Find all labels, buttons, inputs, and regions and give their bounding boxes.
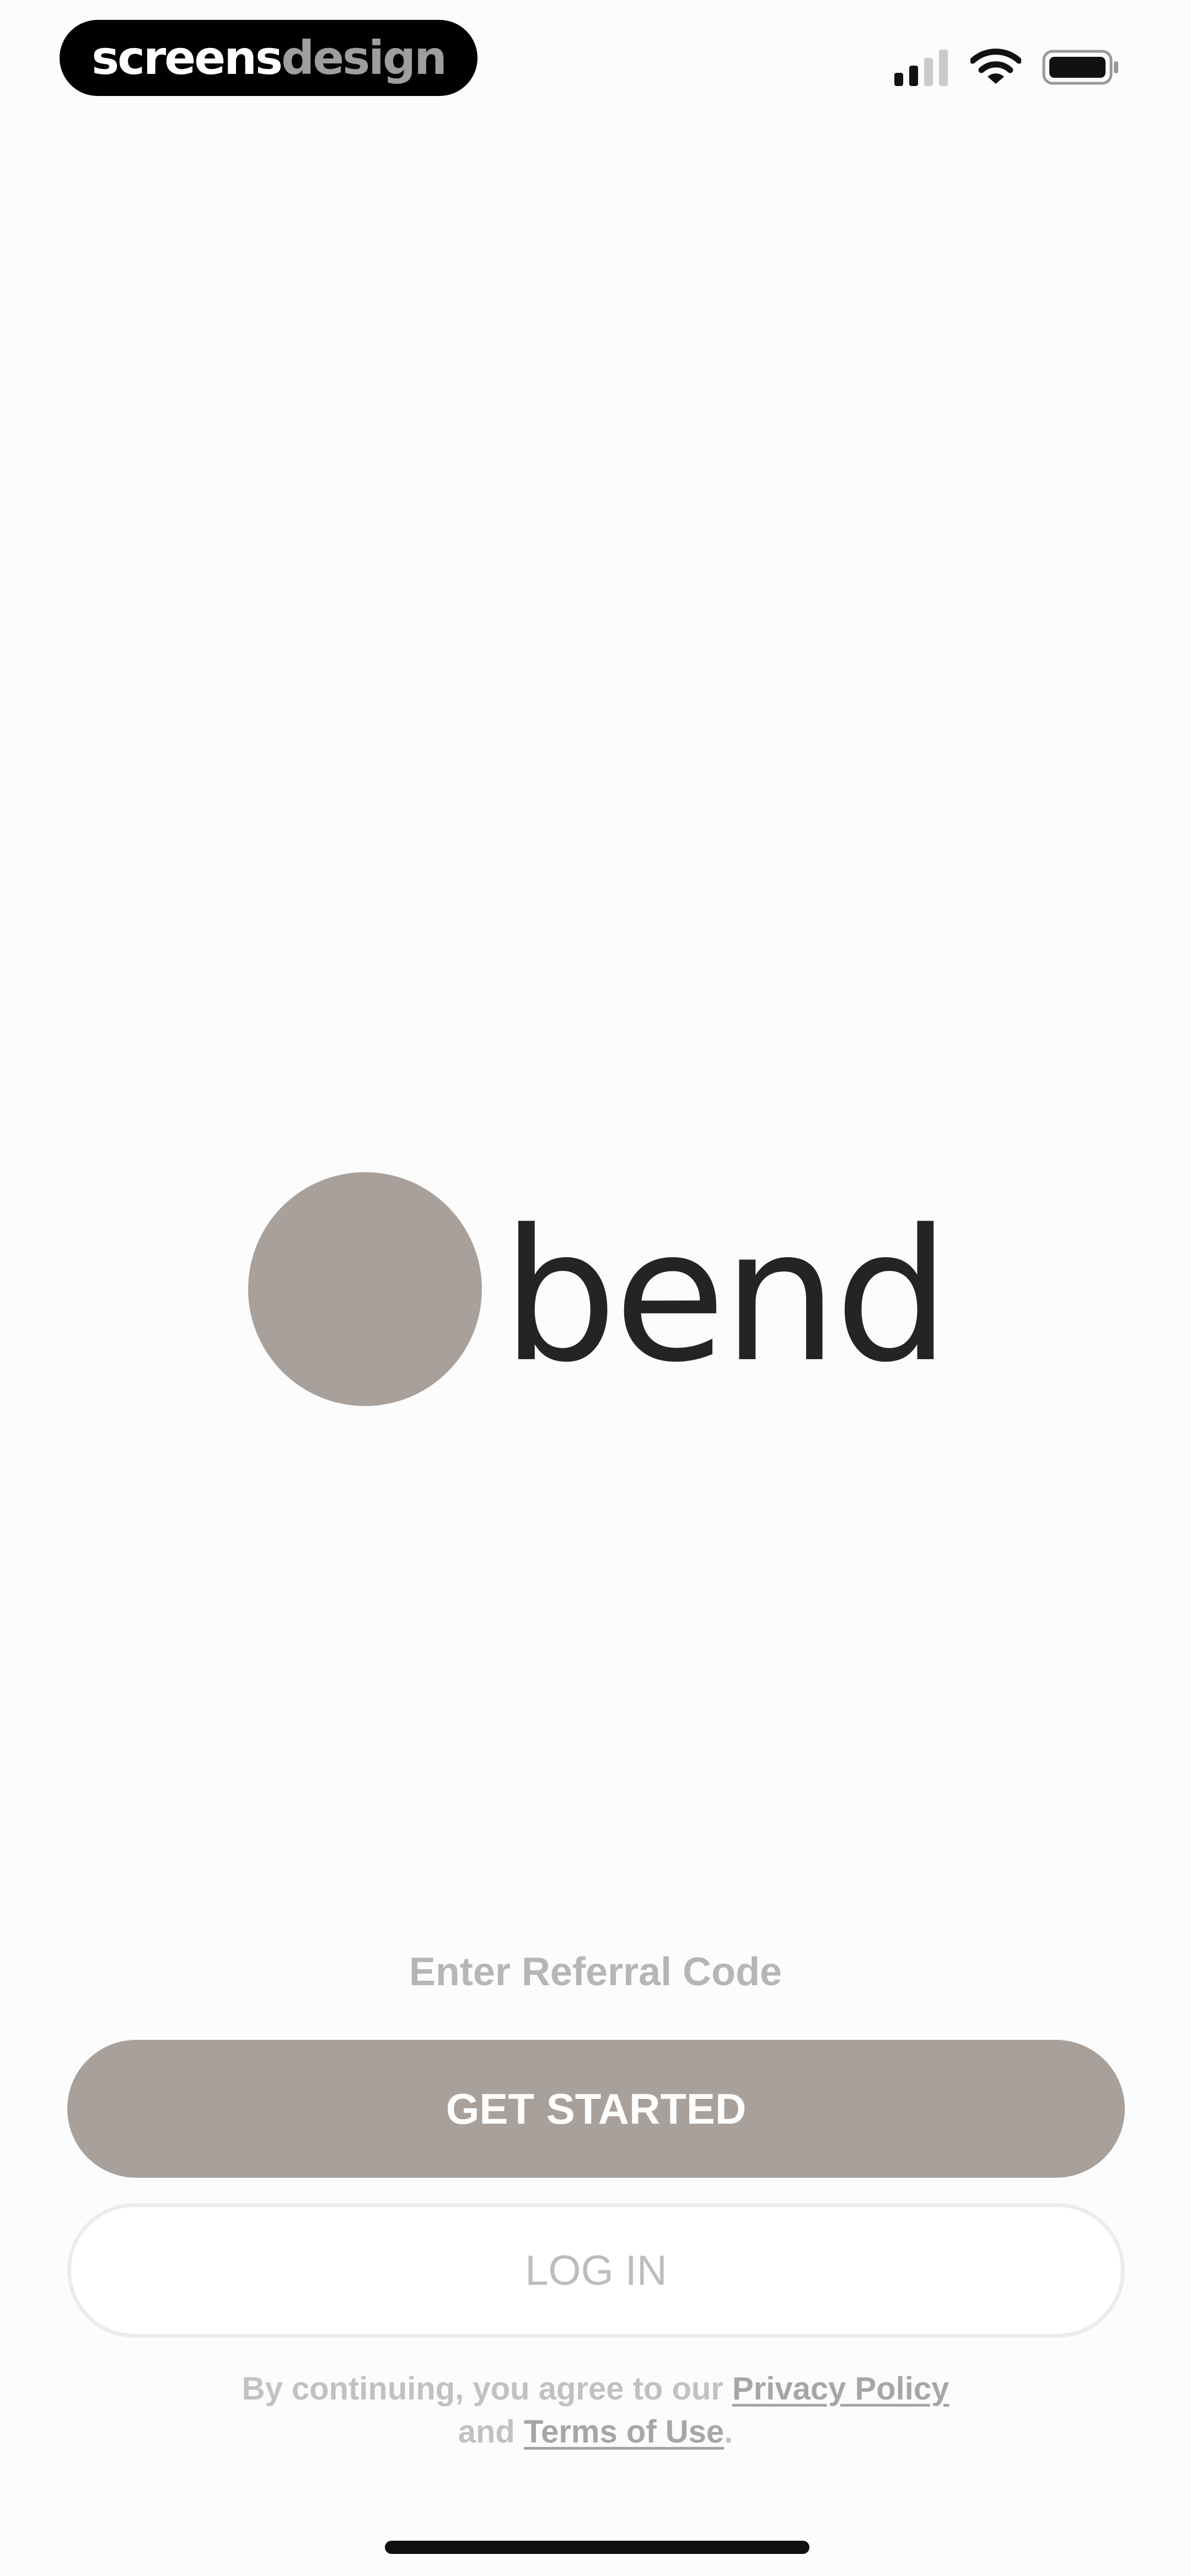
cellular-signal-icon: [894, 49, 949, 86]
log-in-button[interactable]: LOG IN: [67, 2203, 1125, 2338]
watermark-text-screens: screens: [92, 31, 283, 85]
terms-of-use-link[interactable]: Terms of Use: [524, 2414, 724, 2450]
wifi-icon: [970, 49, 1021, 86]
get-started-button[interactable]: GET STARTED: [67, 2040, 1125, 2178]
legal-conjunction-text: and: [458, 2414, 515, 2450]
legal-prefix-text: By continuing, you agree to our: [242, 2371, 723, 2407]
watermark-text-design: design: [281, 31, 447, 85]
legal-disclaimer: By continuing, you agree to our Privacy …: [0, 2367, 1191, 2454]
screensdesign-watermark-logo: screens design: [60, 20, 478, 96]
privacy-policy-link[interactable]: Privacy Policy: [732, 2371, 949, 2407]
bend-logo: bend: [248, 1172, 950, 1409]
status-bar-icons: [894, 45, 1119, 89]
legal-suffix-text: .: [724, 2414, 733, 2450]
enter-referral-code-link[interactable]: Enter Referral Code: [0, 1947, 1191, 1997]
bend-logo-circle-mark: [248, 1172, 482, 1406]
home-indicator[interactable]: [385, 2541, 809, 2554]
bend-wordmark: bend: [502, 1190, 950, 1402]
battery-icon: [1042, 48, 1119, 87]
